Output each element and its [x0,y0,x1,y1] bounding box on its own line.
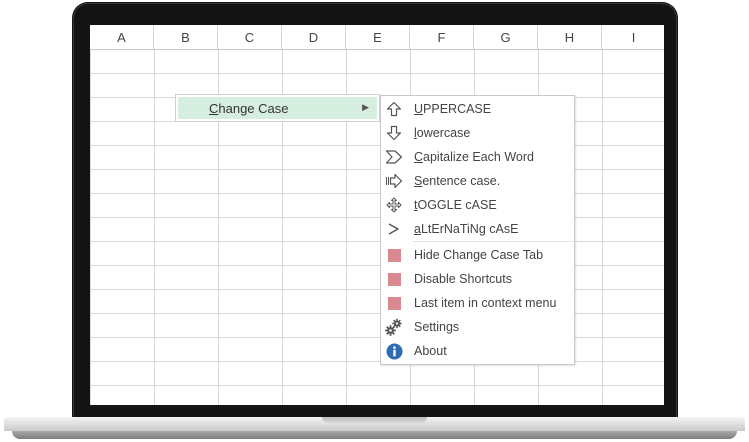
label-rest-toggle: OGGLE cASE [417,198,497,212]
change-case-label-rest: hange Case [218,100,289,116]
submenu-label-sentence: Sentence case. [414,174,500,188]
submenu-item-disable-shortcuts[interactable]: Disable Shortcuts [382,267,573,291]
column-header-h[interactable]: H [538,25,602,49]
checkbox-square-icon [385,270,403,288]
label-rest-capitalize: apitalize Each Word [423,150,534,164]
submenu-item-last-item[interactable]: Last item in context menu [382,291,573,315]
column-header-row: A B C D E F G H I [90,25,664,50]
column-header-a[interactable]: A [90,25,154,49]
label-rest-sentence: entence case. [422,174,501,188]
submenu-label-lowercase: lowercase [414,126,470,140]
laptop-base-notch [322,417,427,423]
change-case-label: Change Case [209,101,289,116]
context-menu: Change Case ▶ [175,94,380,122]
submenu-label-capitalize: Capitalize Each Word [414,150,534,164]
submenu-label-alternating: aLtErNaTiNg cAsE [414,222,518,236]
checkbox-square-icon [385,246,403,264]
column-header-d[interactable]: D [282,25,346,49]
column-header-f[interactable]: F [410,25,474,49]
arrow-down-outline-icon [385,124,403,142]
excel-screen: A B C D E F G H I [90,25,664,405]
gears-icon [385,318,403,336]
chevron-right-icon [385,220,403,238]
change-case-submenu: UPPERCASE lowercase Capitalize Each Word… [380,95,575,365]
laptop-base [0,413,749,442]
mnemonic-capitalize: C [414,150,424,164]
label-rest-uppercase: PPERCASE [423,102,492,116]
submenu-item-uppercase[interactable]: UPPERCASE [382,97,573,121]
submenu-item-capitalize[interactable]: Capitalize Each Word [382,145,573,169]
submenu-item-alternating[interactable]: aLtErNaTiNg cAsE [382,217,573,241]
column-header-e[interactable]: E [346,25,410,49]
submenu-item-settings[interactable]: Settings [382,315,573,339]
column-header-c[interactable]: C [218,25,282,49]
submenu-label-about: About [414,344,447,358]
submenu-item-sentence[interactable]: Sentence case. [382,169,573,193]
submenu-label-uppercase: UPPERCASE [414,102,491,116]
submenu-arrow-icon: ▶ [362,102,369,112]
mnemonic-alternating: a [414,222,421,236]
mnemonic-uppercase: U [414,102,424,116]
label-rest-alternating: LtErNaTiNg cAsE [420,222,519,236]
submenu-label-settings: Settings [414,320,460,334]
submenu-separator [413,241,573,242]
label-rest-lowercase: owercase [416,126,471,140]
submenu-label-disable-shortcuts: Disable Shortcuts [414,272,512,286]
move-arrows-icon [385,196,403,214]
arrow-right-outline-icon [385,172,403,190]
submenu-item-toggle[interactable]: tOGGLE cASE [382,193,573,217]
chevron-right-outline-icon [385,148,403,166]
submenu-item-lowercase[interactable]: lowercase [382,121,573,145]
info-icon [385,342,403,360]
column-header-g[interactable]: G [474,25,538,49]
worksheet-grid[interactable] [90,25,664,405]
change-case-mnemonic: C [209,100,219,116]
arrow-up-outline-icon [385,100,403,118]
laptop-base-bottom [12,431,737,439]
column-header-b[interactable]: B [154,25,218,49]
change-case-menu-item[interactable]: Change Case ▶ [178,97,377,119]
submenu-label-last-item: Last item in context menu [414,296,557,310]
submenu-label-toggle: tOGGLE cASE [414,198,497,212]
checkbox-square-icon [385,294,403,312]
column-header-i[interactable]: I [602,25,664,49]
submenu-item-hide-tab[interactable]: Hide Change Case Tab [382,243,573,267]
submenu-label-hide-tab: Hide Change Case Tab [414,248,544,262]
submenu-item-about[interactable]: About [382,339,573,363]
